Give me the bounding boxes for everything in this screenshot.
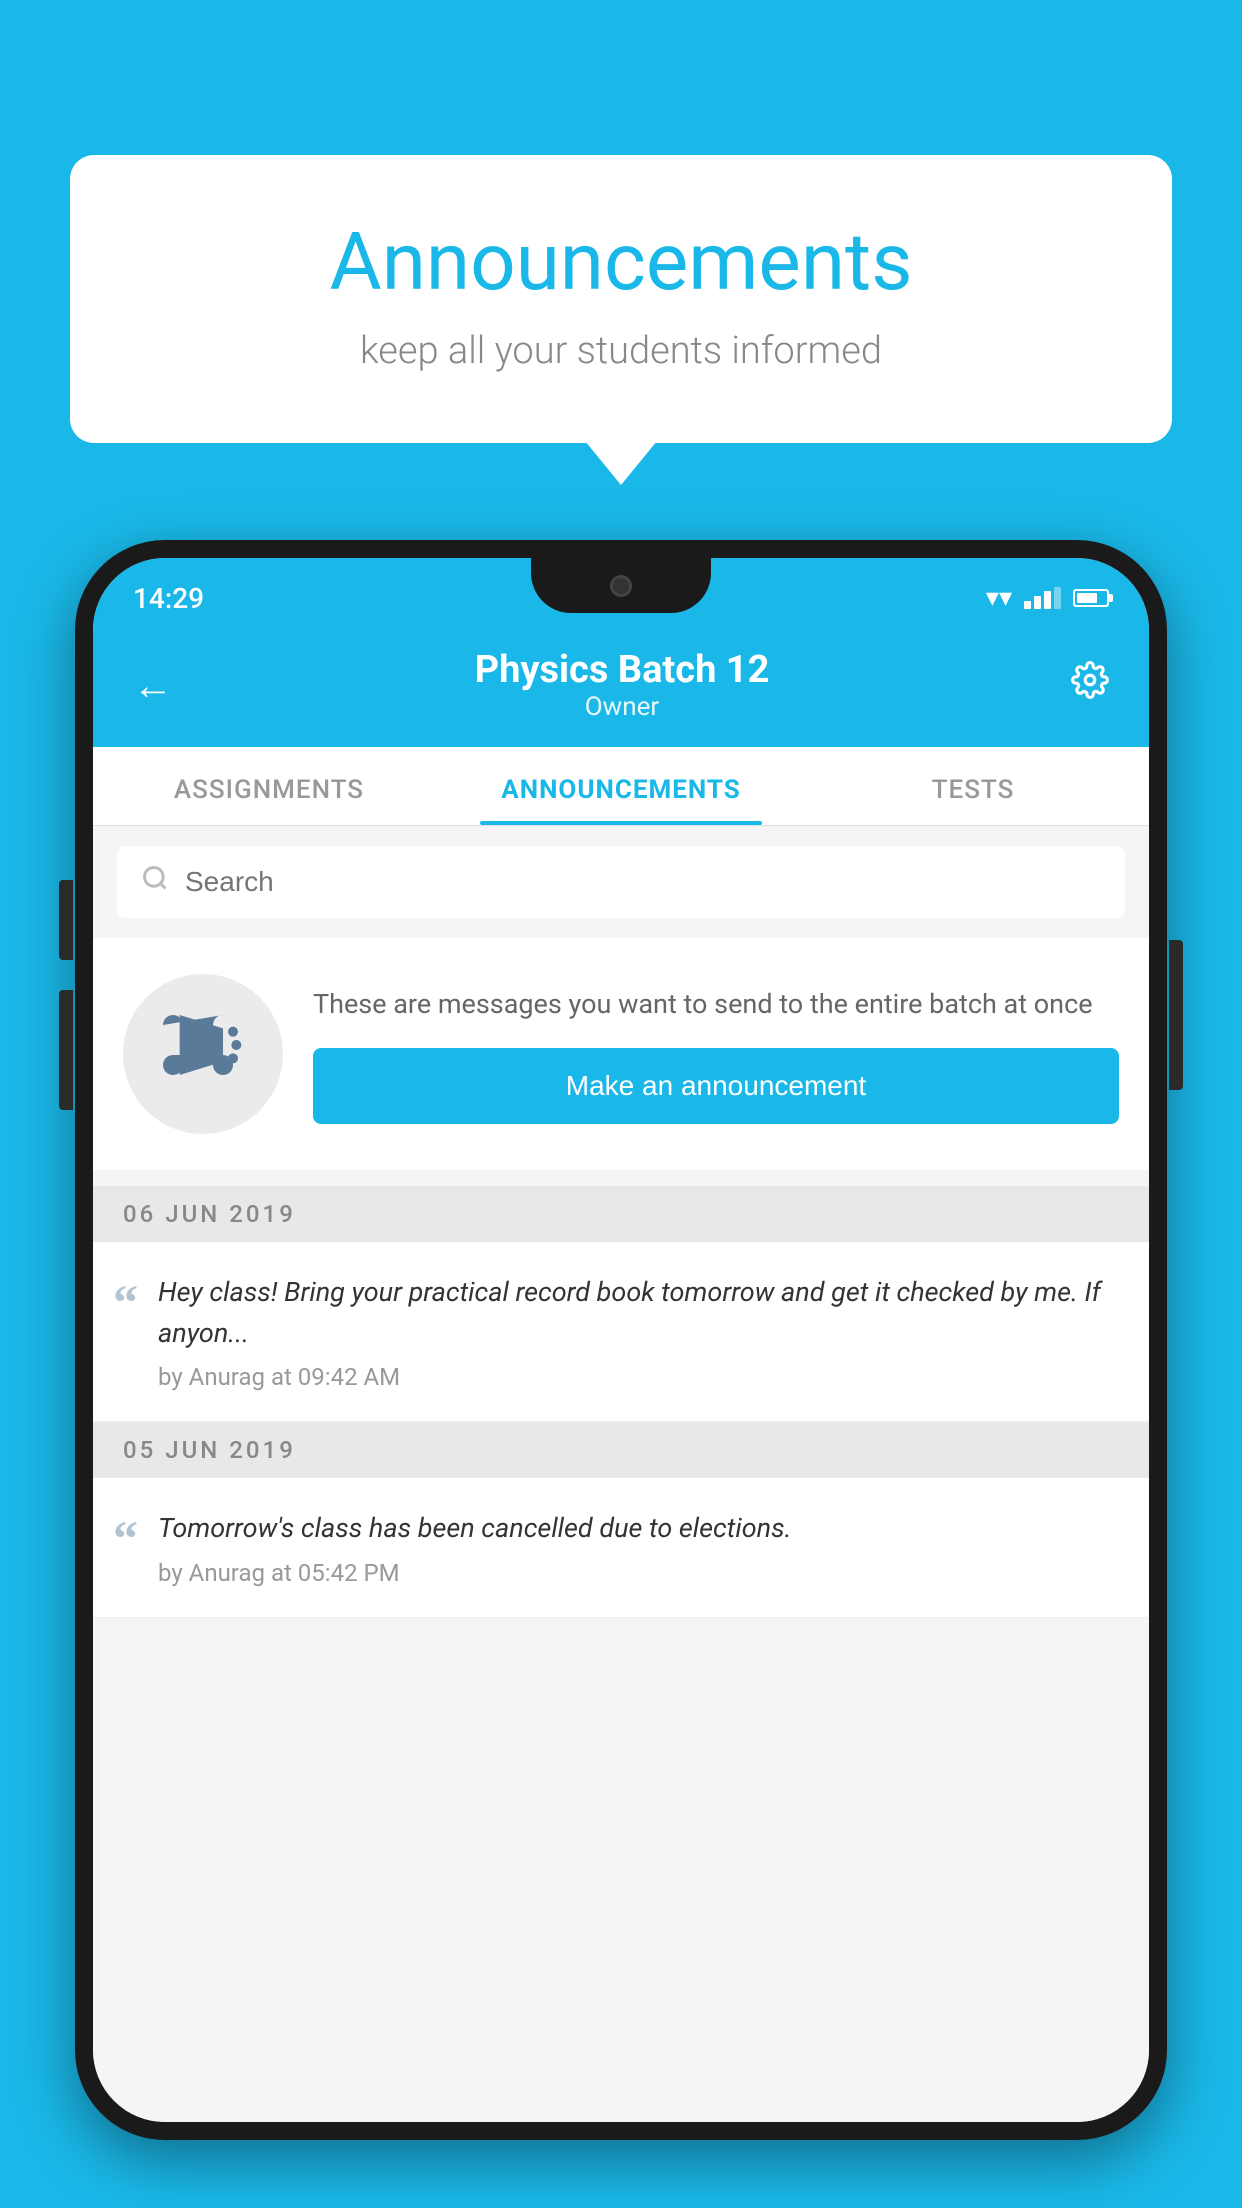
promo-card: These are messages you want to send to t… (93, 938, 1149, 1170)
bubble-title: Announcements (150, 215, 1092, 309)
back-button[interactable]: ← (133, 662, 173, 709)
signal-bar-4 (1054, 587, 1061, 609)
announcement-meta-2: by Anurag at 05:42 PM (158, 1559, 1119, 1587)
phone-screen: 14:29 ▾▾ ← Phy (93, 558, 1149, 2122)
header-center: Physics Batch 12 Owner (475, 648, 770, 722)
announcement-text-2: Tomorrow's class has been cancelled due … (158, 1508, 1119, 1549)
tab-assignments[interactable]: ASSIGNMENTS (93, 747, 445, 825)
signal-bars (1024, 587, 1061, 609)
front-camera (610, 575, 632, 597)
make-announcement-button[interactable]: Make an announcement (313, 1048, 1119, 1124)
announcement-content-2: Tomorrow's class has been cancelled due … (158, 1508, 1119, 1587)
search-bar[interactable] (117, 846, 1125, 918)
tab-announcements[interactable]: ANNOUNCEMENTS (445, 747, 797, 825)
tabs-bar: ASSIGNMENTS ANNOUNCEMENTS TESTS (93, 747, 1149, 826)
announcement-text-1: Hey class! Bring your practical record b… (158, 1272, 1119, 1353)
promo-description: These are messages you want to send to t… (313, 984, 1119, 1025)
speech-bubble: Announcements keep all your students inf… (70, 155, 1172, 443)
announcement-content-1: Hey class! Bring your practical record b… (158, 1272, 1119, 1391)
app-header: ← Physics Batch 12 Owner (93, 628, 1149, 747)
signal-bar-1 (1024, 601, 1031, 609)
status-time: 14:29 (133, 582, 204, 615)
search-icon (141, 864, 169, 900)
quote-icon-1: “ (113, 1277, 138, 1327)
battery-icon (1073, 589, 1109, 607)
megaphone-icon (163, 1005, 243, 1103)
signal-bar-2 (1034, 596, 1041, 609)
search-input[interactable] (185, 866, 1101, 898)
announcement-meta-1: by Anurag at 09:42 AM (158, 1363, 1119, 1391)
tab-tests[interactable]: TESTS (797, 747, 1149, 825)
power-button (1169, 940, 1183, 1090)
speech-bubble-container: Announcements keep all your students inf… (70, 155, 1172, 443)
content-area: These are messages you want to send to t… (93, 826, 1149, 2122)
status-icons: ▾▾ (986, 583, 1109, 613)
bubble-subtitle: keep all your students informed (150, 329, 1092, 373)
announcement-item-2[interactable]: “ Tomorrow's class has been cancelled du… (93, 1478, 1149, 1618)
wifi-icon: ▾▾ (986, 583, 1012, 613)
header-title: Physics Batch 12 (475, 648, 770, 692)
promo-right: These are messages you want to send to t… (313, 984, 1119, 1125)
phone-mockup: 14:29 ▾▾ ← Phy (75, 540, 1167, 2140)
promo-icon-circle (123, 974, 283, 1134)
date-divider-1: 06 JUN 2019 (93, 1186, 1149, 1242)
phone-outer: 14:29 ▾▾ ← Phy (75, 540, 1167, 2140)
battery-fill (1077, 593, 1097, 603)
header-subtitle: Owner (475, 692, 770, 722)
volume-button (59, 990, 73, 1110)
signal-bar-3 (1044, 591, 1051, 609)
phone-notch (531, 558, 711, 613)
quote-icon-2: “ (113, 1513, 138, 1563)
settings-button[interactable] (1071, 661, 1109, 709)
date-divider-2: 05 JUN 2019 (93, 1422, 1149, 1478)
announcement-item-1[interactable]: “ Hey class! Bring your practical record… (93, 1242, 1149, 1422)
